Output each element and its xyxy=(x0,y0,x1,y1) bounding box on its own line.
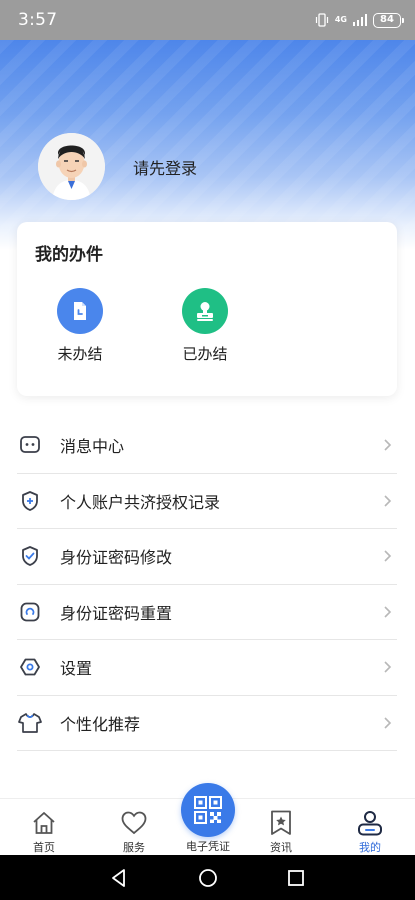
menu-item-messages[interactable]: 消息中心 xyxy=(17,418,397,474)
heart-icon xyxy=(120,809,148,837)
chevron-right-icon xyxy=(384,717,392,729)
battery-indicator: 84 xyxy=(373,12,404,28)
pending-document-icon xyxy=(57,288,103,334)
settings-icon xyxy=(18,655,42,679)
system-navigation-bar xyxy=(0,855,415,900)
signal-icon xyxy=(353,14,367,26)
back-icon[interactable] xyxy=(108,867,130,889)
chevron-right-icon xyxy=(384,661,392,673)
home-icon xyxy=(30,809,58,837)
tab-news[interactable]: 资讯 xyxy=(246,799,316,856)
tab-news-label: 资讯 xyxy=(270,841,292,854)
qr-code-icon xyxy=(194,796,222,824)
tab-service[interactable]: 服务 xyxy=(99,799,169,856)
login-prompt[interactable]: 请先登录 xyxy=(133,155,197,179)
avatar-illustration xyxy=(38,133,105,200)
card-title: 我的办件 xyxy=(35,245,103,265)
user-icon xyxy=(356,809,384,837)
shield-check-icon xyxy=(18,544,42,568)
pending-cases-label: 未办结 xyxy=(57,345,103,363)
menu-item-id-password-change[interactable]: 身份证密码修改 xyxy=(17,529,397,585)
home-circle-icon[interactable] xyxy=(197,867,219,889)
chevron-right-icon xyxy=(384,550,392,562)
avatar[interactable] xyxy=(38,133,105,200)
menu-item-settings[interactable]: 设置 xyxy=(17,640,397,696)
tshirt-icon xyxy=(18,711,42,735)
tab-mine[interactable]: 我的 xyxy=(335,799,405,856)
tab-home[interactable]: 首页 xyxy=(9,799,79,856)
shield-plus-icon xyxy=(18,489,42,513)
tab-service-label: 服务 xyxy=(123,841,145,854)
status-icons: 4G 84 xyxy=(315,12,404,28)
completed-cases-label: 已办结 xyxy=(182,345,228,363)
menu-item-authorization-records[interactable]: 个人账户共济授权记录 xyxy=(17,474,397,529)
tab-qr-label[interactable]: 电子凭证 xyxy=(172,838,244,854)
bookmark-star-icon xyxy=(267,809,295,837)
tab-mine-label: 我的 xyxy=(359,841,381,854)
menu-item-id-password-reset[interactable]: 身份证密码重置 xyxy=(17,585,397,640)
chevron-right-icon xyxy=(384,606,392,618)
menu-item-label: 消息中心 xyxy=(60,437,125,457)
menu-item-label: 设置 xyxy=(60,659,93,679)
chevron-right-icon xyxy=(384,439,392,451)
electronic-voucher-button[interactable] xyxy=(181,783,235,837)
status-bar: 3:57 4G 84 xyxy=(0,0,415,40)
pending-cases-button[interactable]: 未办结 xyxy=(40,288,120,364)
completed-stamp-icon xyxy=(182,288,228,334)
chevron-right-icon xyxy=(384,495,392,507)
status-time: 3:57 xyxy=(18,10,58,30)
menu-item-personalized-recommendation[interactable]: 个性化推荐 xyxy=(17,696,397,751)
network-label: 4G xyxy=(334,15,347,24)
menu-item-label: 身份证密码重置 xyxy=(60,603,173,623)
completed-cases-button[interactable]: 已办结 xyxy=(165,288,245,364)
tab-home-label: 首页 xyxy=(33,841,55,854)
vibrate-icon xyxy=(315,13,328,27)
menu-item-label: 身份证密码修改 xyxy=(60,548,173,568)
recent-apps-icon[interactable] xyxy=(285,867,307,889)
my-cases-card: 我的办件 未办结 已办结 xyxy=(17,222,397,396)
menu-item-label: 个性化推荐 xyxy=(60,714,141,734)
message-icon xyxy=(18,433,42,457)
settings-menu: 消息中心 个人账户共济授权记录 身份证密码修改 身份证密码重置 设置 个性化推荐 xyxy=(17,418,397,751)
menu-item-label: 个人账户共济授权记录 xyxy=(60,492,221,512)
reset-icon xyxy=(18,600,42,624)
